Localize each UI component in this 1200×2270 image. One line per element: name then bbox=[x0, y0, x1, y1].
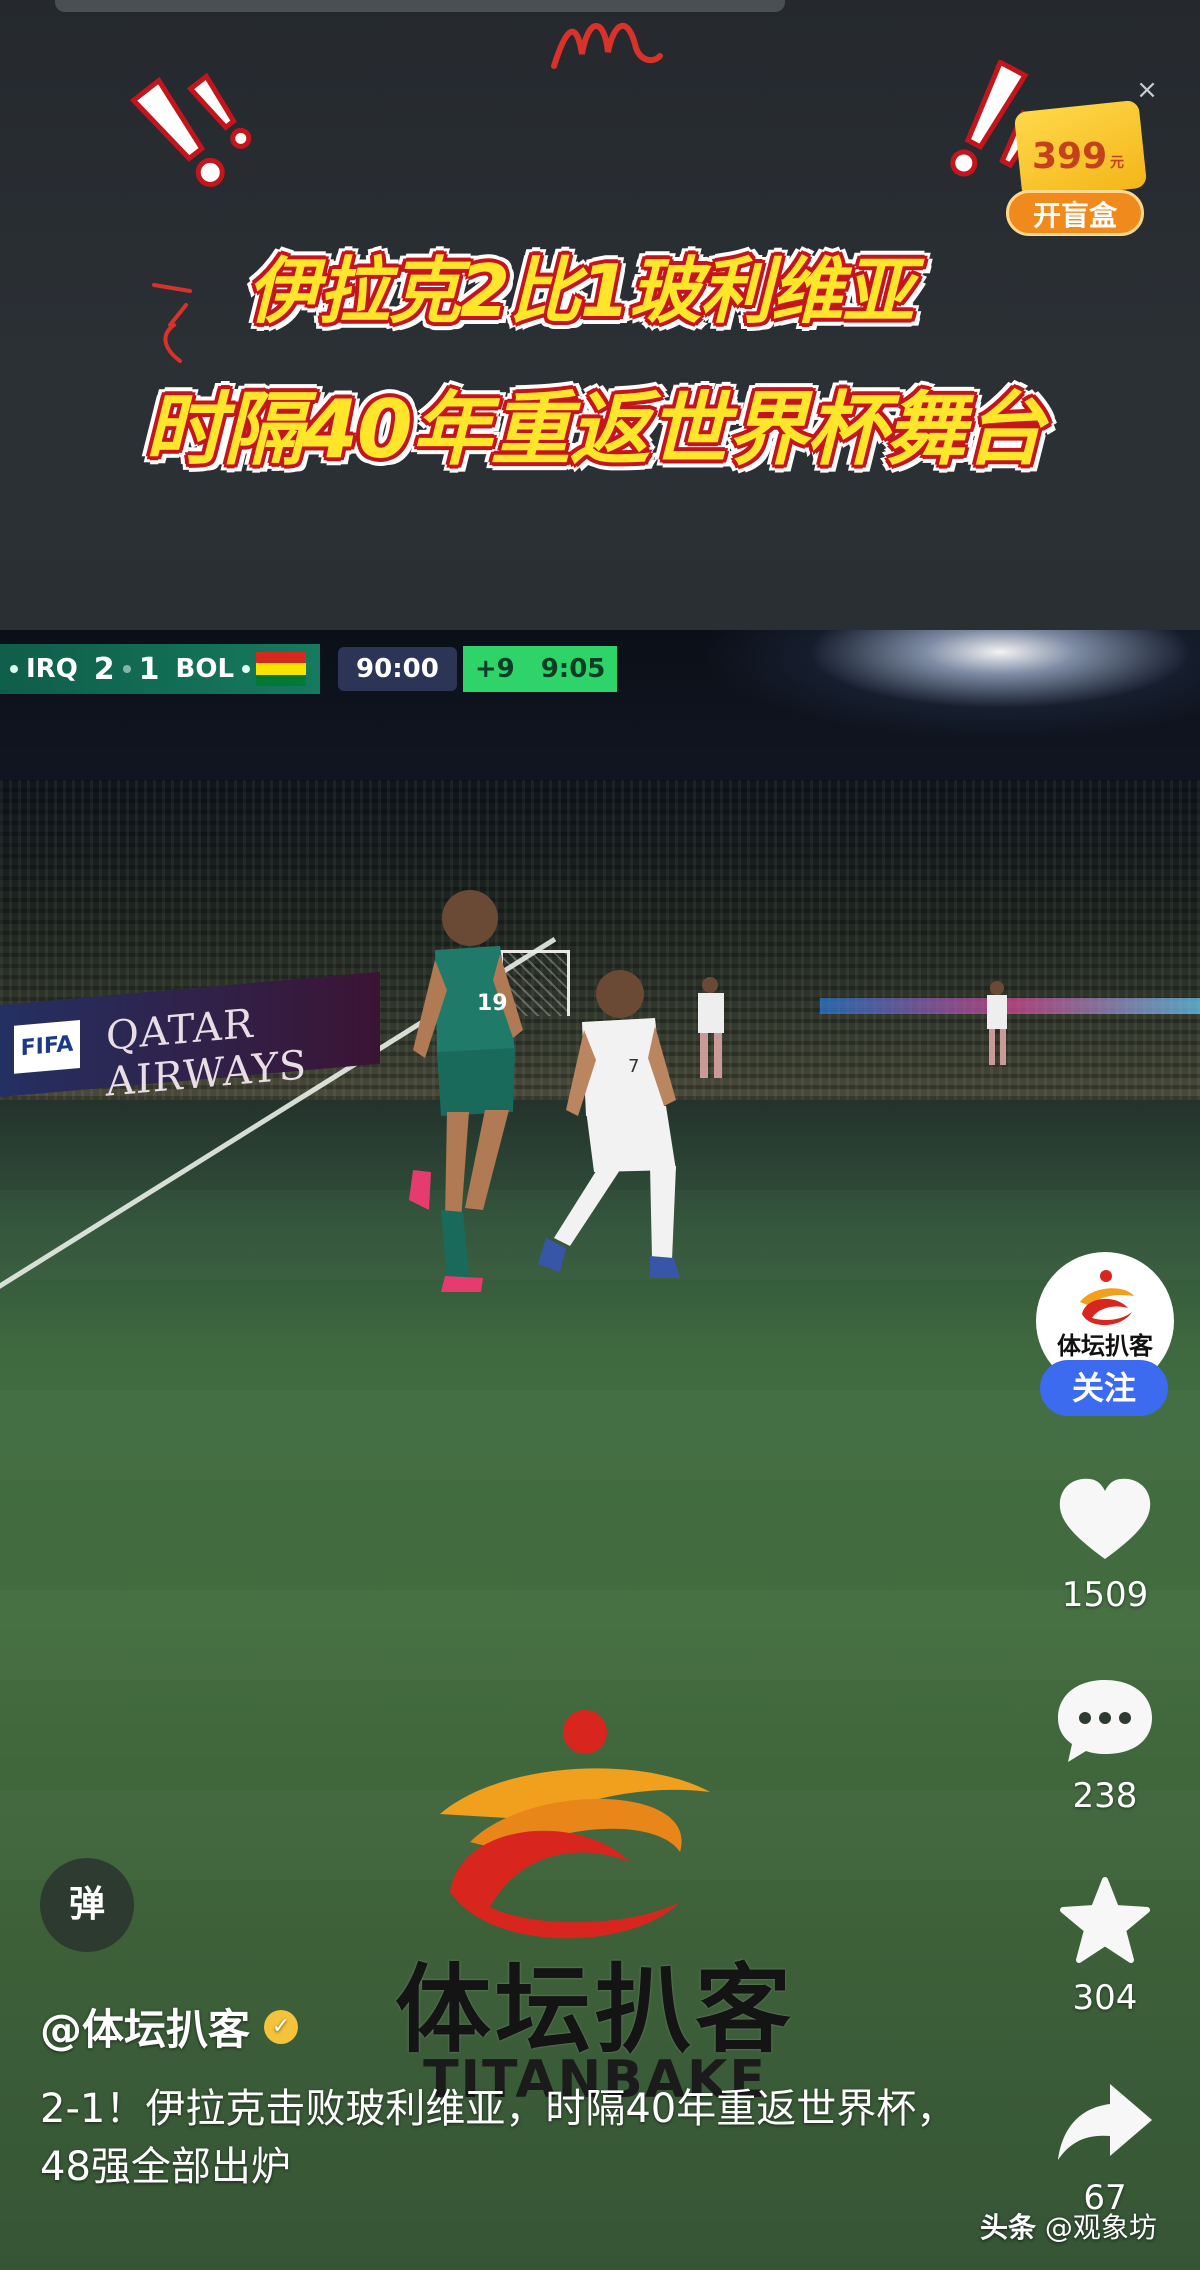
author-name[interactable]: @体坛扒客 bbox=[40, 1996, 250, 2057]
ad-price: 399 bbox=[1032, 136, 1108, 177]
danmu-toggle-button[interactable]: 弹 bbox=[40, 1858, 134, 1952]
comment-icon bbox=[1058, 1680, 1152, 1762]
open-blind-box-button[interactable]: 开盲盒 bbox=[1006, 190, 1144, 236]
pitch-stripe bbox=[0, 1590, 1200, 1680]
added-time: +9 9:05 bbox=[462, 646, 618, 692]
author-row[interactable]: @体坛扒客 ✓ bbox=[40, 1996, 299, 2057]
scoreboard: IRQ 2 1 BOL 90:00 +9 9:05 bbox=[0, 644, 618, 694]
home-team: IRQ bbox=[26, 654, 78, 684]
top-handle bbox=[55, 0, 785, 12]
share-button[interactable] bbox=[1052, 2078, 1158, 2168]
share-arrow-icon bbox=[1058, 2084, 1152, 2160]
separator-dot bbox=[122, 665, 131, 673]
ad-currency: 元 bbox=[1110, 155, 1124, 171]
comment-count: 238 bbox=[1072, 1776, 1138, 1816]
exclamation-left-icon bbox=[129, 72, 252, 187]
match-clock: 90:00 bbox=[338, 647, 457, 691]
player-number-away: 7 bbox=[628, 1056, 639, 1077]
source-credit: 头条 @观象坊 bbox=[980, 2206, 1157, 2246]
player-background-2 bbox=[987, 981, 1007, 1065]
stadium-floodlights bbox=[700, 630, 1200, 740]
comment-button[interactable] bbox=[1052, 1676, 1158, 1766]
blind-box-ad[interactable]: 399 元 开盲盒 bbox=[1004, 99, 1156, 240]
headline-line-2: 时隔40年重返世界杯舞台 bbox=[144, 383, 1044, 476]
video-caption: 2-1！伊拉克击败玻利维亚，时隔40年重返世界杯，48强全部出炉 bbox=[40, 2086, 957, 2190]
favorite-button[interactable] bbox=[1052, 1876, 1158, 1966]
favorite-count: 304 bbox=[1072, 1978, 1138, 2018]
added-clock: 9:05 bbox=[540, 654, 606, 684]
fifa-logo: FIFA bbox=[14, 1020, 80, 1074]
ad-close-icon[interactable]: × bbox=[1133, 76, 1161, 104]
bolivia-flag-icon bbox=[256, 652, 307, 686]
follow-button[interactable]: 关注 bbox=[1040, 1360, 1168, 1416]
source-account: @观象坊 bbox=[1044, 2211, 1157, 2244]
away-score: 1 bbox=[138, 651, 160, 687]
possession-dot-icon bbox=[242, 665, 251, 673]
like-count: 1509 bbox=[1061, 1575, 1149, 1615]
promo-banner: 伊拉克2比1玻利维亚 时隔40年重返世界杯舞台 399 元 开盲盒 × bbox=[0, 0, 1200, 630]
player-background-1 bbox=[698, 977, 724, 1078]
headline-line-1: 伊拉克2比1玻利维亚 bbox=[246, 249, 914, 333]
like-button[interactable] bbox=[1052, 1475, 1158, 1565]
home-score: 2 bbox=[93, 651, 115, 687]
squiggle-decoration bbox=[551, 23, 663, 69]
verified-badge-icon: ✓ bbox=[264, 2009, 299, 2044]
pitch-stripe bbox=[0, 1390, 1200, 1480]
star-icon bbox=[1060, 1877, 1150, 1963]
heart-icon bbox=[1059, 1478, 1151, 1559]
channel-logo-icon bbox=[440, 1710, 710, 1939]
score-main: IRQ 2 1 BOL bbox=[0, 644, 321, 694]
source-platform: 头条 bbox=[980, 2211, 1037, 2244]
avatar-channel-name: 体坛扒客 bbox=[1057, 1332, 1153, 1360]
away-team: BOL bbox=[175, 654, 235, 684]
added-minutes: +9 bbox=[474, 654, 515, 684]
live-dot-icon bbox=[10, 665, 18, 673]
